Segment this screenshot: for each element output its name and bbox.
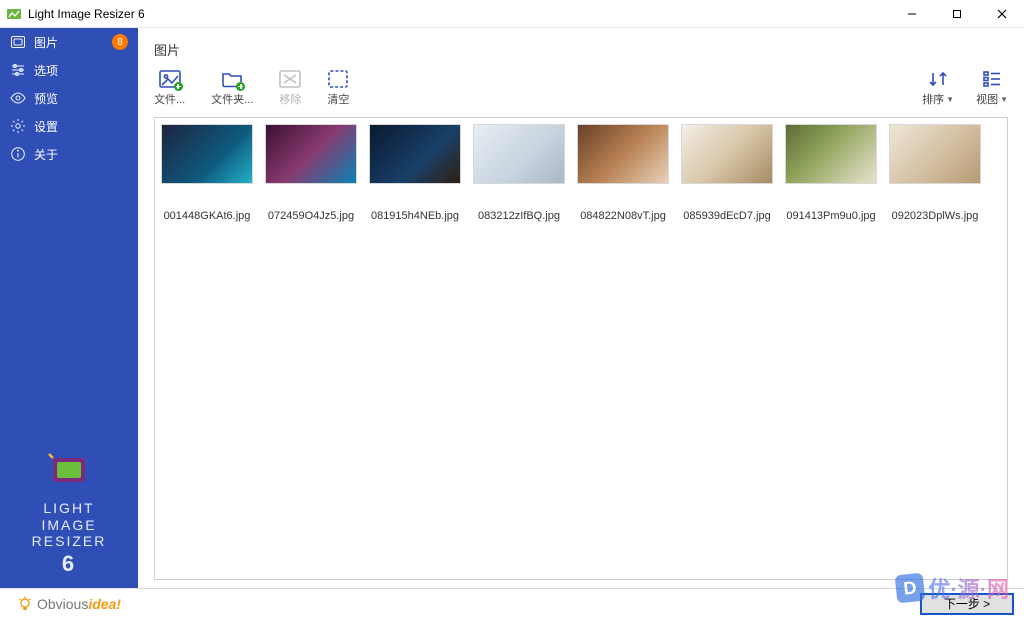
footer-brand-suffix: idea! bbox=[88, 596, 121, 612]
thumbnail-filename: 091413Pm9u0.jpg bbox=[779, 210, 883, 222]
view-button[interactable]: 视图▼ bbox=[976, 69, 1008, 107]
sidebar-item-settings[interactable]: 设置 bbox=[0, 112, 138, 140]
folder-add-icon bbox=[221, 69, 243, 89]
chevron-down-icon: ▼ bbox=[1000, 95, 1008, 104]
brand-logo-icon bbox=[47, 448, 91, 492]
tool-label: 移除 bbox=[279, 91, 301, 107]
page-title: 图片 bbox=[138, 28, 1024, 63]
tool-label: 清空 bbox=[327, 91, 349, 107]
clear-button[interactable]: 清空 bbox=[327, 69, 349, 107]
app-icon bbox=[6, 6, 22, 22]
thumbnail-filename: 072459O4Jz5.jpg bbox=[259, 210, 363, 222]
thumbnail-item[interactable]: 084822N08vT.jpg bbox=[571, 124, 675, 222]
sidebar-item-label: 预览 bbox=[34, 90, 58, 107]
sidebar-item-label: 关于 bbox=[34, 146, 58, 163]
remove-button[interactable]: 移除 bbox=[279, 69, 301, 107]
thumbnail-filename: 092023DplWs.jpg bbox=[883, 210, 987, 222]
sidebar-item-preview[interactable]: 预览 bbox=[0, 84, 138, 112]
footer-brand-prefix: Obvious bbox=[37, 596, 88, 612]
thumbnail-image bbox=[265, 124, 357, 184]
thumbnail-filename: 084822N08vT.jpg bbox=[571, 210, 675, 222]
thumbnail-image bbox=[681, 124, 773, 184]
window-controls bbox=[889, 0, 1024, 27]
close-button[interactable] bbox=[979, 0, 1024, 27]
image-add-icon bbox=[159, 69, 181, 89]
sort-button[interactable]: 排序▼ bbox=[922, 69, 954, 107]
thumbnail-item[interactable]: 085939dEcD7.jpg bbox=[675, 124, 779, 222]
maximize-button[interactable] bbox=[934, 0, 979, 27]
titlebar: Light Image Resizer 6 bbox=[0, 0, 1024, 28]
image-remove-icon bbox=[279, 69, 301, 89]
sidebar-item-about[interactable]: 关于 bbox=[0, 140, 138, 168]
view-list-icon bbox=[981, 69, 1003, 89]
brand-version: 6 bbox=[0, 551, 138, 576]
thumbnail-filename: 085939dEcD7.jpg bbox=[675, 210, 779, 222]
bottom-bar: 下一步 > bbox=[138, 588, 1024, 618]
images-icon bbox=[10, 34, 26, 50]
gear-icon bbox=[10, 118, 26, 134]
tool-label: 文件夹... bbox=[211, 91, 253, 107]
toolbar: 文件... 文件夹... 移除 bbox=[138, 63, 1024, 117]
thumbnail-image bbox=[161, 124, 253, 184]
thumbnail-image bbox=[889, 124, 981, 184]
sidebar-item-images[interactable]: 图片 8 bbox=[0, 28, 138, 56]
tool-label: 排序 bbox=[922, 91, 944, 107]
sort-icon bbox=[927, 69, 949, 89]
next-button[interactable]: 下一步 > bbox=[920, 593, 1014, 615]
chevron-down-icon: ▼ bbox=[946, 95, 954, 104]
tool-label: 文件... bbox=[154, 91, 185, 107]
brand-line1: LIGHT bbox=[43, 500, 94, 516]
thumbnail-image bbox=[577, 124, 669, 184]
main-panel: 图片 文件... 文件夹... bbox=[138, 28, 1024, 618]
sidebar-item-options[interactable]: 选项 bbox=[0, 56, 138, 84]
clear-icon bbox=[327, 69, 349, 89]
thumbnail-filename: 083212zIfBQ.jpg bbox=[467, 210, 571, 222]
brand-line2: IMAGE bbox=[41, 517, 96, 533]
thumbnail-item[interactable]: 001448GKAt6.jpg bbox=[155, 124, 259, 222]
sidebar-item-label: 选项 bbox=[34, 62, 58, 79]
add-folder-button[interactable]: 文件夹... bbox=[211, 69, 253, 107]
thumbnail-image bbox=[785, 124, 877, 184]
sliders-icon bbox=[10, 62, 26, 78]
window-title: Light Image Resizer 6 bbox=[28, 7, 889, 21]
thumbnail-image bbox=[369, 124, 461, 184]
eye-icon bbox=[10, 90, 26, 106]
lightbulb-icon bbox=[17, 596, 33, 612]
sidebar-footer[interactable]: Obviousidea! bbox=[0, 588, 138, 618]
brand-block: LIGHT IMAGE RESIZER 6 bbox=[0, 448, 138, 588]
sidebar-badge-count: 8 bbox=[112, 34, 128, 50]
sidebar: 图片 8 选项 预览 设置 关于 LIGHT IMAGE RE bbox=[0, 28, 138, 618]
thumbnail-area[interactable]: 001448GKAt6.jpg072459O4Jz5.jpg081915h4NE… bbox=[154, 117, 1008, 580]
thumbnail-item[interactable]: 091413Pm9u0.jpg bbox=[779, 124, 883, 222]
info-icon bbox=[10, 146, 26, 162]
thumbnail-item[interactable]: 083212zIfBQ.jpg bbox=[467, 124, 571, 222]
tool-label: 视图 bbox=[976, 91, 998, 107]
brand-line3: RESIZER bbox=[32, 533, 107, 549]
sidebar-item-label: 图片 bbox=[34, 34, 58, 51]
add-files-button[interactable]: 文件... bbox=[154, 69, 185, 107]
thumbnail-item[interactable]: 081915h4NEb.jpg bbox=[363, 124, 467, 222]
thumbnail-item[interactable]: 092023DplWs.jpg bbox=[883, 124, 987, 222]
thumbnail-item[interactable]: 072459O4Jz5.jpg bbox=[259, 124, 363, 222]
sidebar-item-label: 设置 bbox=[34, 118, 58, 135]
thumbnail-image bbox=[473, 124, 565, 184]
thumbnail-filename: 081915h4NEb.jpg bbox=[363, 210, 467, 222]
thumbnail-filename: 001448GKAt6.jpg bbox=[155, 210, 259, 222]
minimize-button[interactable] bbox=[889, 0, 934, 27]
